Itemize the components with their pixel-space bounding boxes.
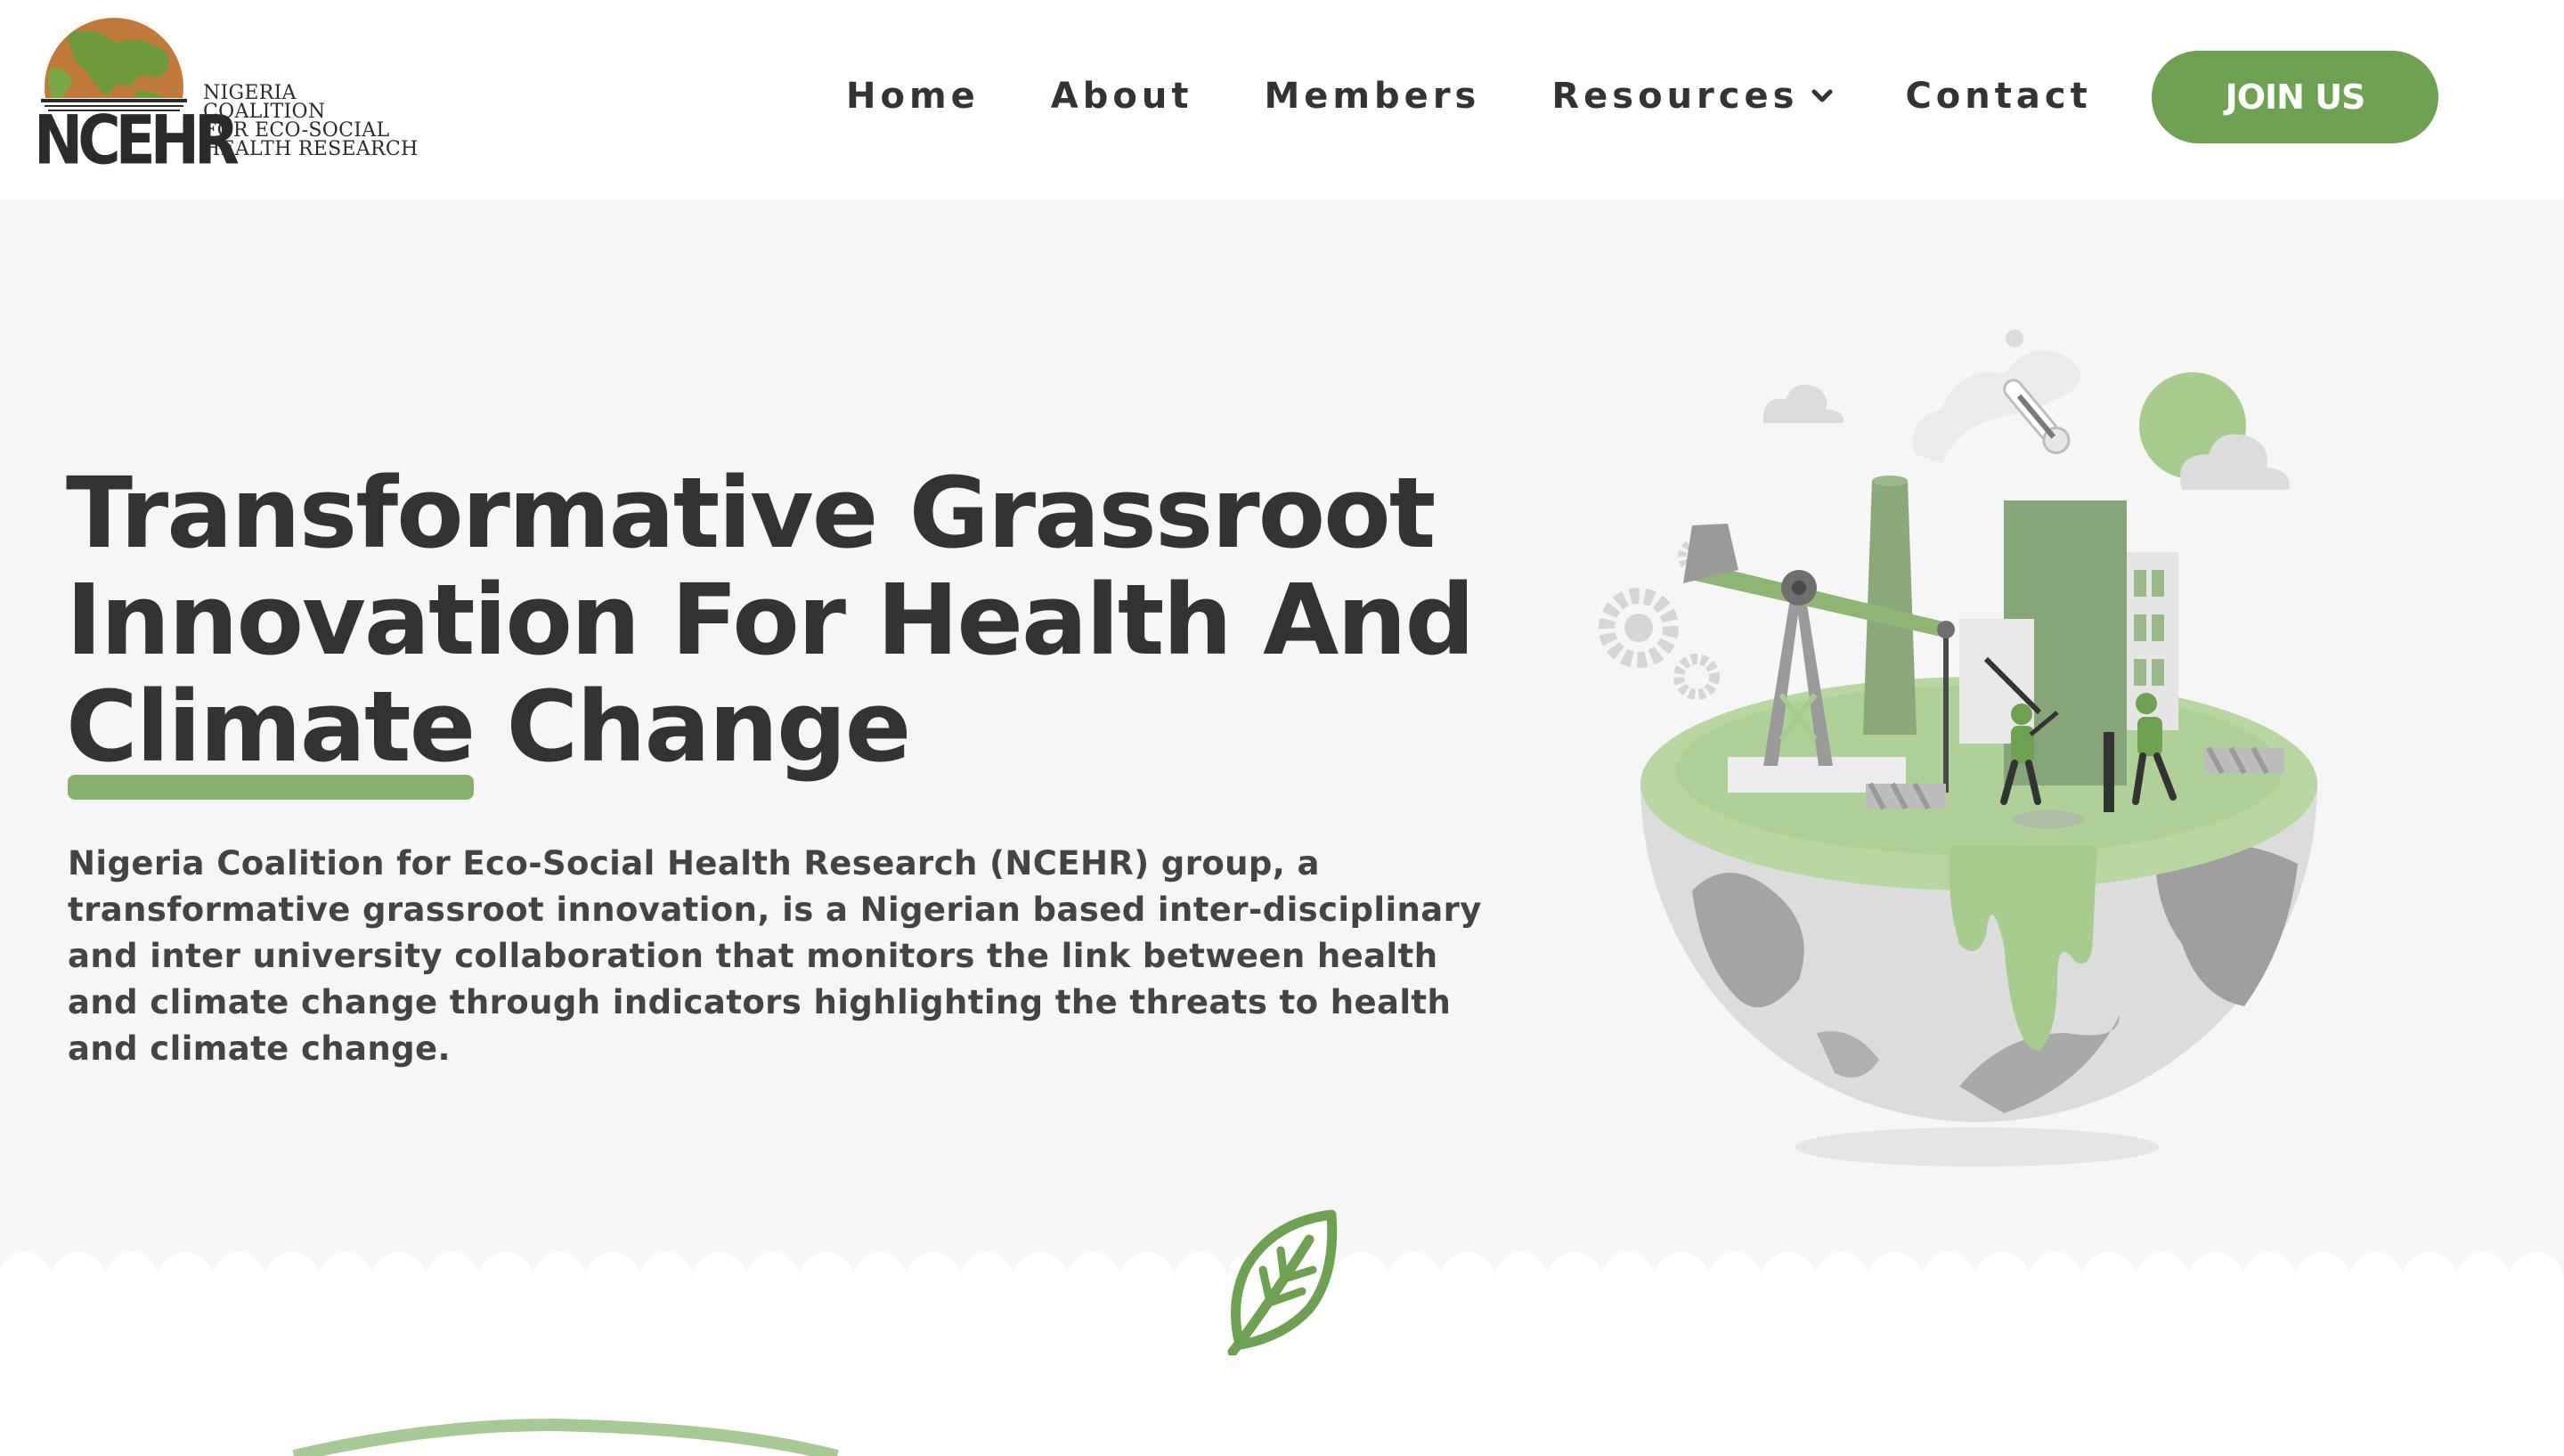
logo-name-line: NIGERIA (203, 82, 297, 104)
logo-name-line: FOR ECO-SOCIAL (203, 119, 390, 142)
nav-members[interactable]: Members (1264, 76, 1480, 117)
hero-title-line: Climate Change (66, 670, 1455, 800)
chevron-down-icon (1811, 89, 1833, 102)
nav-resources[interactable]: Resources (1551, 76, 1834, 117)
site-header: NCEHR NIGERIA COALITION FOR ECO-SOCIAL H… (0, 0, 2564, 199)
site-logo[interactable]: NCEHR NIGERIA COALITION FOR ECO-SOCIAL H… (32, 16, 418, 174)
nav-resources-label: Resources (1551, 76, 1799, 117)
hero-title-line: Transformative Grassroot (66, 456, 1436, 570)
hero-title-word: Change (506, 670, 911, 784)
nav-about[interactable]: About (1051, 76, 1193, 117)
logo-name-line: COALITION (203, 101, 326, 123)
decorative-curve (292, 1418, 839, 1456)
hero-title: Transformative Grassroot Innovation For … (66, 456, 1475, 800)
nav-home[interactable]: Home (846, 76, 980, 117)
leaf-icon (1227, 1209, 1338, 1355)
hero-title-highlight: Climate (66, 670, 476, 800)
main-nav: Home About Members Resources Contact (846, 69, 2092, 123)
join-us-button[interactable]: JOIN US (2152, 51, 2438, 143)
hero-title-line: Innovation For Health And (66, 563, 1475, 677)
hero-description: Nigeria Coalition for Eco-Social Health … (68, 844, 1482, 1068)
half-earth-industry-illustration (1599, 329, 2317, 1167)
logo-name: NIGERIA COALITION FOR ECO-SOCIAL HEALTH … (203, 84, 419, 159)
nav-contact[interactable]: Contact (1905, 76, 2091, 117)
logo-name-line: HEALTH RESEARCH (203, 138, 419, 160)
